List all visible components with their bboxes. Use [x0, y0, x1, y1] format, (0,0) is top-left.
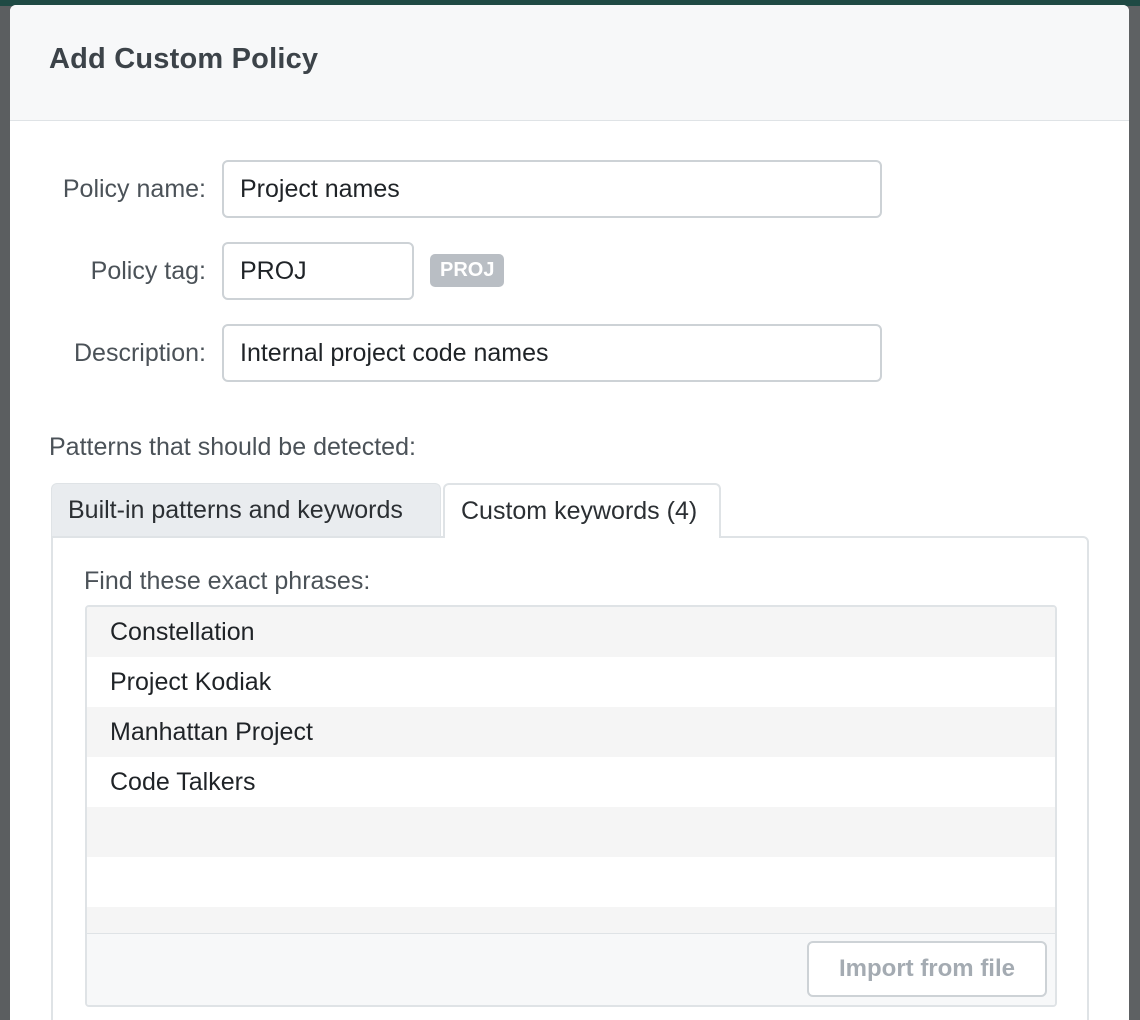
phrase-row[interactable]: Project Kodiak [87, 657, 1055, 707]
custom-keywords-panel: Find these exact phrases: Constellation … [51, 536, 1089, 1020]
phrase-row[interactable] [87, 857, 1055, 907]
phrase-row[interactable]: Code Talkers [87, 757, 1055, 807]
tab-built-in-patterns[interactable]: Built-in patterns and keywords [51, 483, 441, 538]
phrase-row[interactable] [87, 907, 1055, 933]
patterns-section-label: Patterns that should be detected: [49, 433, 416, 461]
policy-tag-badge: PROJ [430, 254, 505, 287]
tab-custom-keywords[interactable]: Custom keywords (4) [443, 483, 721, 538]
phrase-list[interactable]: Constellation Project Kodiak Manhattan P… [87, 607, 1055, 933]
policy-tag-label: Policy tag: [90, 257, 206, 285]
phrase-row[interactable] [87, 807, 1055, 857]
phrases-editor: Constellation Project Kodiak Manhattan P… [85, 605, 1057, 1007]
modal-title: Add Custom Policy [49, 43, 319, 75]
exact-phrases-label: Find these exact phrases: [84, 567, 371, 595]
policy-name-input[interactable] [222, 160, 882, 218]
policy-name-label: Policy name: [62, 175, 206, 203]
phrases-footer: Import from file [87, 933, 1055, 1005]
phrase-row[interactable]: Constellation [87, 607, 1055, 657]
description-label: Description: [74, 339, 206, 367]
description-input[interactable] [222, 324, 882, 382]
policy-tag-input[interactable] [222, 242, 414, 300]
phrase-row[interactable]: Manhattan Project [87, 707, 1055, 757]
modal-header: Add Custom Policy [10, 5, 1129, 121]
add-custom-policy-modal: Add Custom Policy Policy name: Policy ta… [10, 5, 1129, 1020]
import-from-file-button[interactable]: Import from file [807, 941, 1047, 997]
background-app-sliver [1129, 6, 1140, 1020]
